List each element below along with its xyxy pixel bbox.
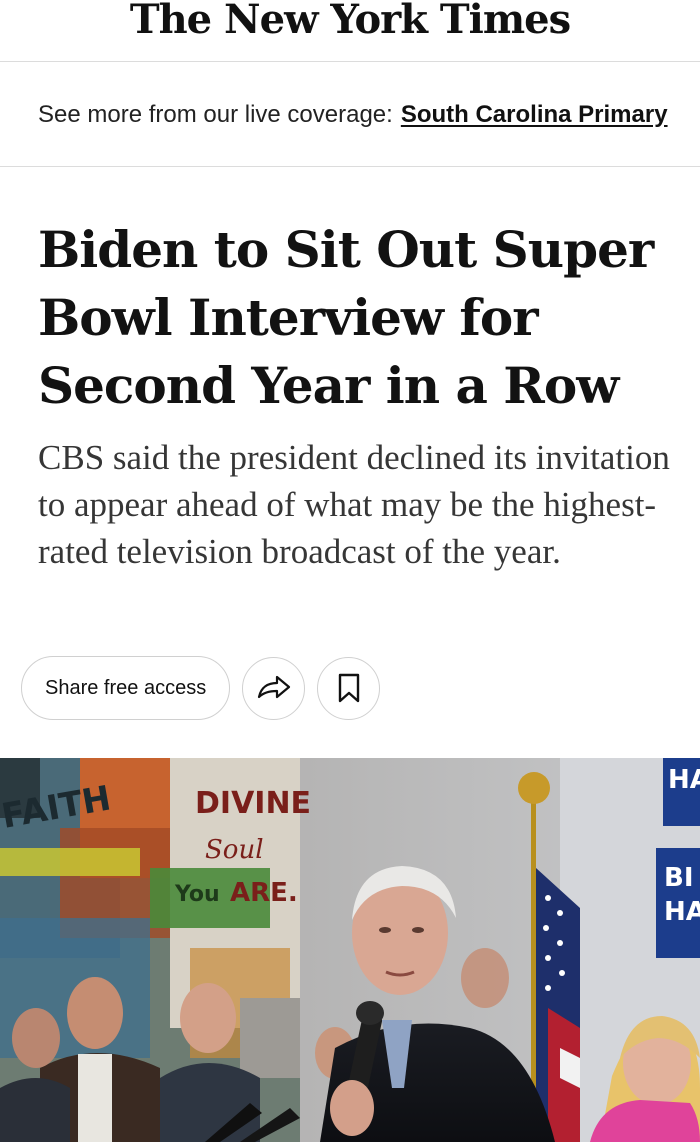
article-photo: FAITH DIVINE Soul You ARE. HA BI HA [0, 758, 700, 1142]
live-coverage-link[interactable]: South Carolina Primary [401, 101, 668, 129]
live-coverage-prefix: See more from our live coverage: [38, 100, 393, 128]
share-arrow-icon [257, 675, 290, 699]
share-free-access-button[interactable]: Share free access [21, 656, 231, 720]
mural-text-are: ARE. [230, 878, 298, 908]
sign-text-top: HA [668, 765, 700, 795]
sign-text-ha: HA [664, 897, 700, 927]
article-summary: CBS said the president declined its invi… [38, 438, 670, 571]
sign-text-bi: BI [664, 863, 694, 893]
bookmark-icon [338, 673, 359, 703]
live-coverage-banner: See more from our live coverage: South C… [0, 63, 700, 167]
biden-rally-photo: FAITH DIVINE Soul You ARE. HA BI HA [0, 758, 700, 1142]
mural-text-divine: DIVINE [195, 786, 311, 821]
article-actions: Share free access [21, 656, 381, 720]
share-free-access-label: Share free access [45, 676, 207, 699]
article-headline: Biden to Sit Out Super Bowl Interview fo… [38, 220, 654, 415]
mural-text-you: You [174, 882, 220, 907]
mural-text-soul: Soul [205, 835, 264, 865]
masthead: The New York Times [0, 0, 700, 62]
nyt-logo[interactable]: The New York Times [130, 0, 571, 43]
save-button[interactable] [317, 656, 381, 720]
share-button[interactable] [242, 656, 306, 720]
